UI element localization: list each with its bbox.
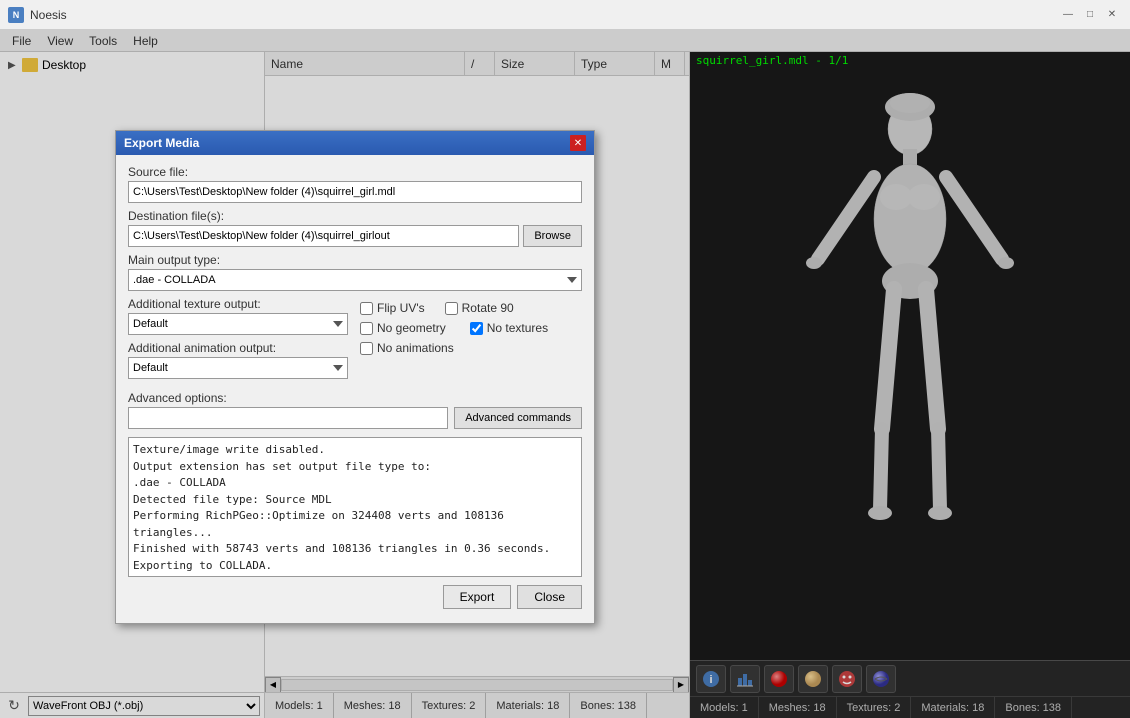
texture-output-row: Additional texture output: Default	[128, 297, 350, 335]
no-animations-row: No animations	[360, 341, 582, 355]
dialog-body: Source file: Destination file(s): Browse…	[116, 155, 594, 623]
texture-output-select[interactable]: Default	[128, 313, 348, 335]
main-output-label: Main output type:	[128, 253, 582, 267]
advanced-options-row: Advanced options: Advanced commands	[128, 391, 582, 429]
no-textures-checkbox[interactable]	[470, 322, 483, 335]
app-icon: N	[8, 7, 24, 23]
source-file-row: Source file:	[128, 165, 582, 203]
anim-output-row: Additional animation output: Default	[128, 341, 350, 379]
dest-file-row: Destination file(s): Browse	[128, 209, 582, 247]
rotate-90-checkbox[interactable]	[445, 302, 458, 315]
no-geometry-label: No geometry	[377, 321, 446, 335]
main-output-row: Main output type: .dae - COLLADA .obj - …	[128, 253, 582, 291]
dialog-title: Export Media	[124, 136, 199, 150]
no-animations-checkbox[interactable]	[360, 342, 373, 355]
app-title: Noesis	[30, 8, 1058, 22]
window-close-button[interactable]: ✕	[1102, 6, 1122, 24]
flip-uvs-checkbox[interactable]	[360, 302, 373, 315]
dialog-title-bar: Export Media ✕	[116, 131, 594, 155]
source-file-label: Source file:	[128, 165, 582, 179]
close-button[interactable]: Close	[517, 585, 582, 609]
source-file-input[interactable]	[128, 181, 582, 203]
advanced-commands-button[interactable]: Advanced commands	[454, 407, 582, 429]
no-geometry-checkbox[interactable]	[360, 322, 373, 335]
minimize-button[interactable]: —	[1058, 6, 1078, 24]
dest-file-input[interactable]	[128, 225, 519, 247]
flip-uvs-row: Flip UV's	[360, 301, 425, 315]
modal-overlay: Export Media ✕ Source file: Destination …	[0, 30, 1130, 718]
log-output: Texture/image write disabled.Output exte…	[128, 437, 582, 577]
dest-file-label: Destination file(s):	[128, 209, 582, 223]
main-output-select[interactable]: .dae - COLLADA .obj - WaveFront OBJ .fbx…	[128, 269, 582, 291]
export-media-dialog: Export Media ✕ Source file: Destination …	[115, 130, 595, 624]
export-button[interactable]: Export	[443, 585, 512, 609]
texture-output-label: Additional texture output:	[128, 297, 350, 311]
options-right: Flip UV's Rotate 90 No geometry No textu…	[350, 297, 582, 385]
title-bar: N Noesis — □ ✕	[0, 0, 1130, 30]
no-geometry-row: No geometry	[360, 321, 446, 335]
rotate-90-label: Rotate 90	[462, 301, 514, 315]
rotate-90-row: Rotate 90	[445, 301, 514, 315]
no-textures-label: No textures	[487, 321, 548, 335]
anim-output-label: Additional animation output:	[128, 341, 350, 355]
dialog-close-button[interactable]: ✕	[570, 135, 586, 151]
options-left: Additional texture output: Default Addit…	[128, 297, 350, 385]
no-textures-row: No textures	[470, 321, 548, 335]
anim-output-select[interactable]: Default	[128, 357, 348, 379]
maximize-button[interactable]: □	[1080, 6, 1100, 24]
no-animations-label: No animations	[377, 341, 454, 355]
options-section: Additional texture output: Default Addit…	[128, 297, 582, 385]
browse-button[interactable]: Browse	[523, 225, 582, 247]
dialog-footer: Export Close	[128, 585, 582, 613]
advanced-options-input[interactable]	[128, 407, 448, 429]
flip-uvs-label: Flip UV's	[377, 301, 425, 315]
advanced-options-label: Advanced options:	[128, 391, 582, 405]
window-controls: — □ ✕	[1058, 6, 1122, 24]
